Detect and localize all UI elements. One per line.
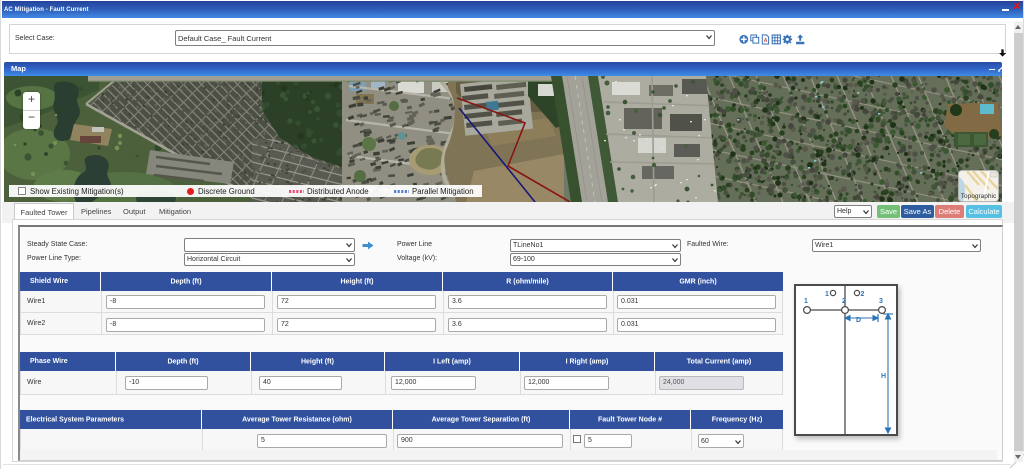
svg-text:A: A	[764, 38, 768, 44]
svg-text:2: 2	[861, 291, 865, 298]
svg-text:H: H	[881, 373, 886, 380]
svg-text:2: 2	[842, 298, 846, 305]
svg-text:3: 3	[879, 298, 883, 305]
svg-text:1: 1	[804, 298, 808, 305]
svg-text:1: 1	[825, 291, 829, 298]
